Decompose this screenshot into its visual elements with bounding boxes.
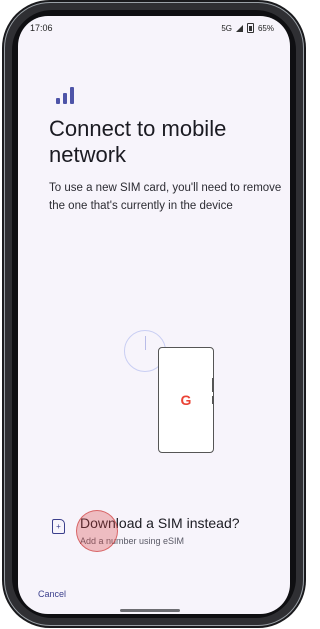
signal-icon bbox=[235, 24, 243, 32]
battery-percent: 65% bbox=[257, 23, 274, 33]
cancel-button[interactable]: Cancel bbox=[38, 589, 66, 599]
status-right: 5G 65% bbox=[221, 23, 274, 33]
phone-button-icon bbox=[212, 378, 214, 392]
page-title: Connect to mobile network bbox=[49, 116, 227, 167]
tap-indicator bbox=[76, 510, 118, 552]
screen: 17:06 5G 65% Connect to mobile network T… bbox=[18, 16, 290, 614]
network-type: 5G bbox=[221, 23, 232, 33]
google-logo-icon: G bbox=[180, 392, 192, 408]
status-time: 17:06 bbox=[30, 23, 53, 33]
esim-icon: + bbox=[52, 519, 65, 534]
battery-icon bbox=[246, 23, 254, 33]
page-description: To use a new SIM card, you'll need to re… bbox=[49, 182, 282, 212]
status-bar: 17:06 5G 65% bbox=[18, 16, 290, 40]
ring-line bbox=[145, 336, 146, 350]
sim-illustration: G bbox=[124, 330, 244, 453]
phone-button-icon-2 bbox=[212, 396, 214, 404]
signal-bars-icon bbox=[56, 86, 78, 104]
home-indicator[interactable] bbox=[120, 609, 180, 612]
